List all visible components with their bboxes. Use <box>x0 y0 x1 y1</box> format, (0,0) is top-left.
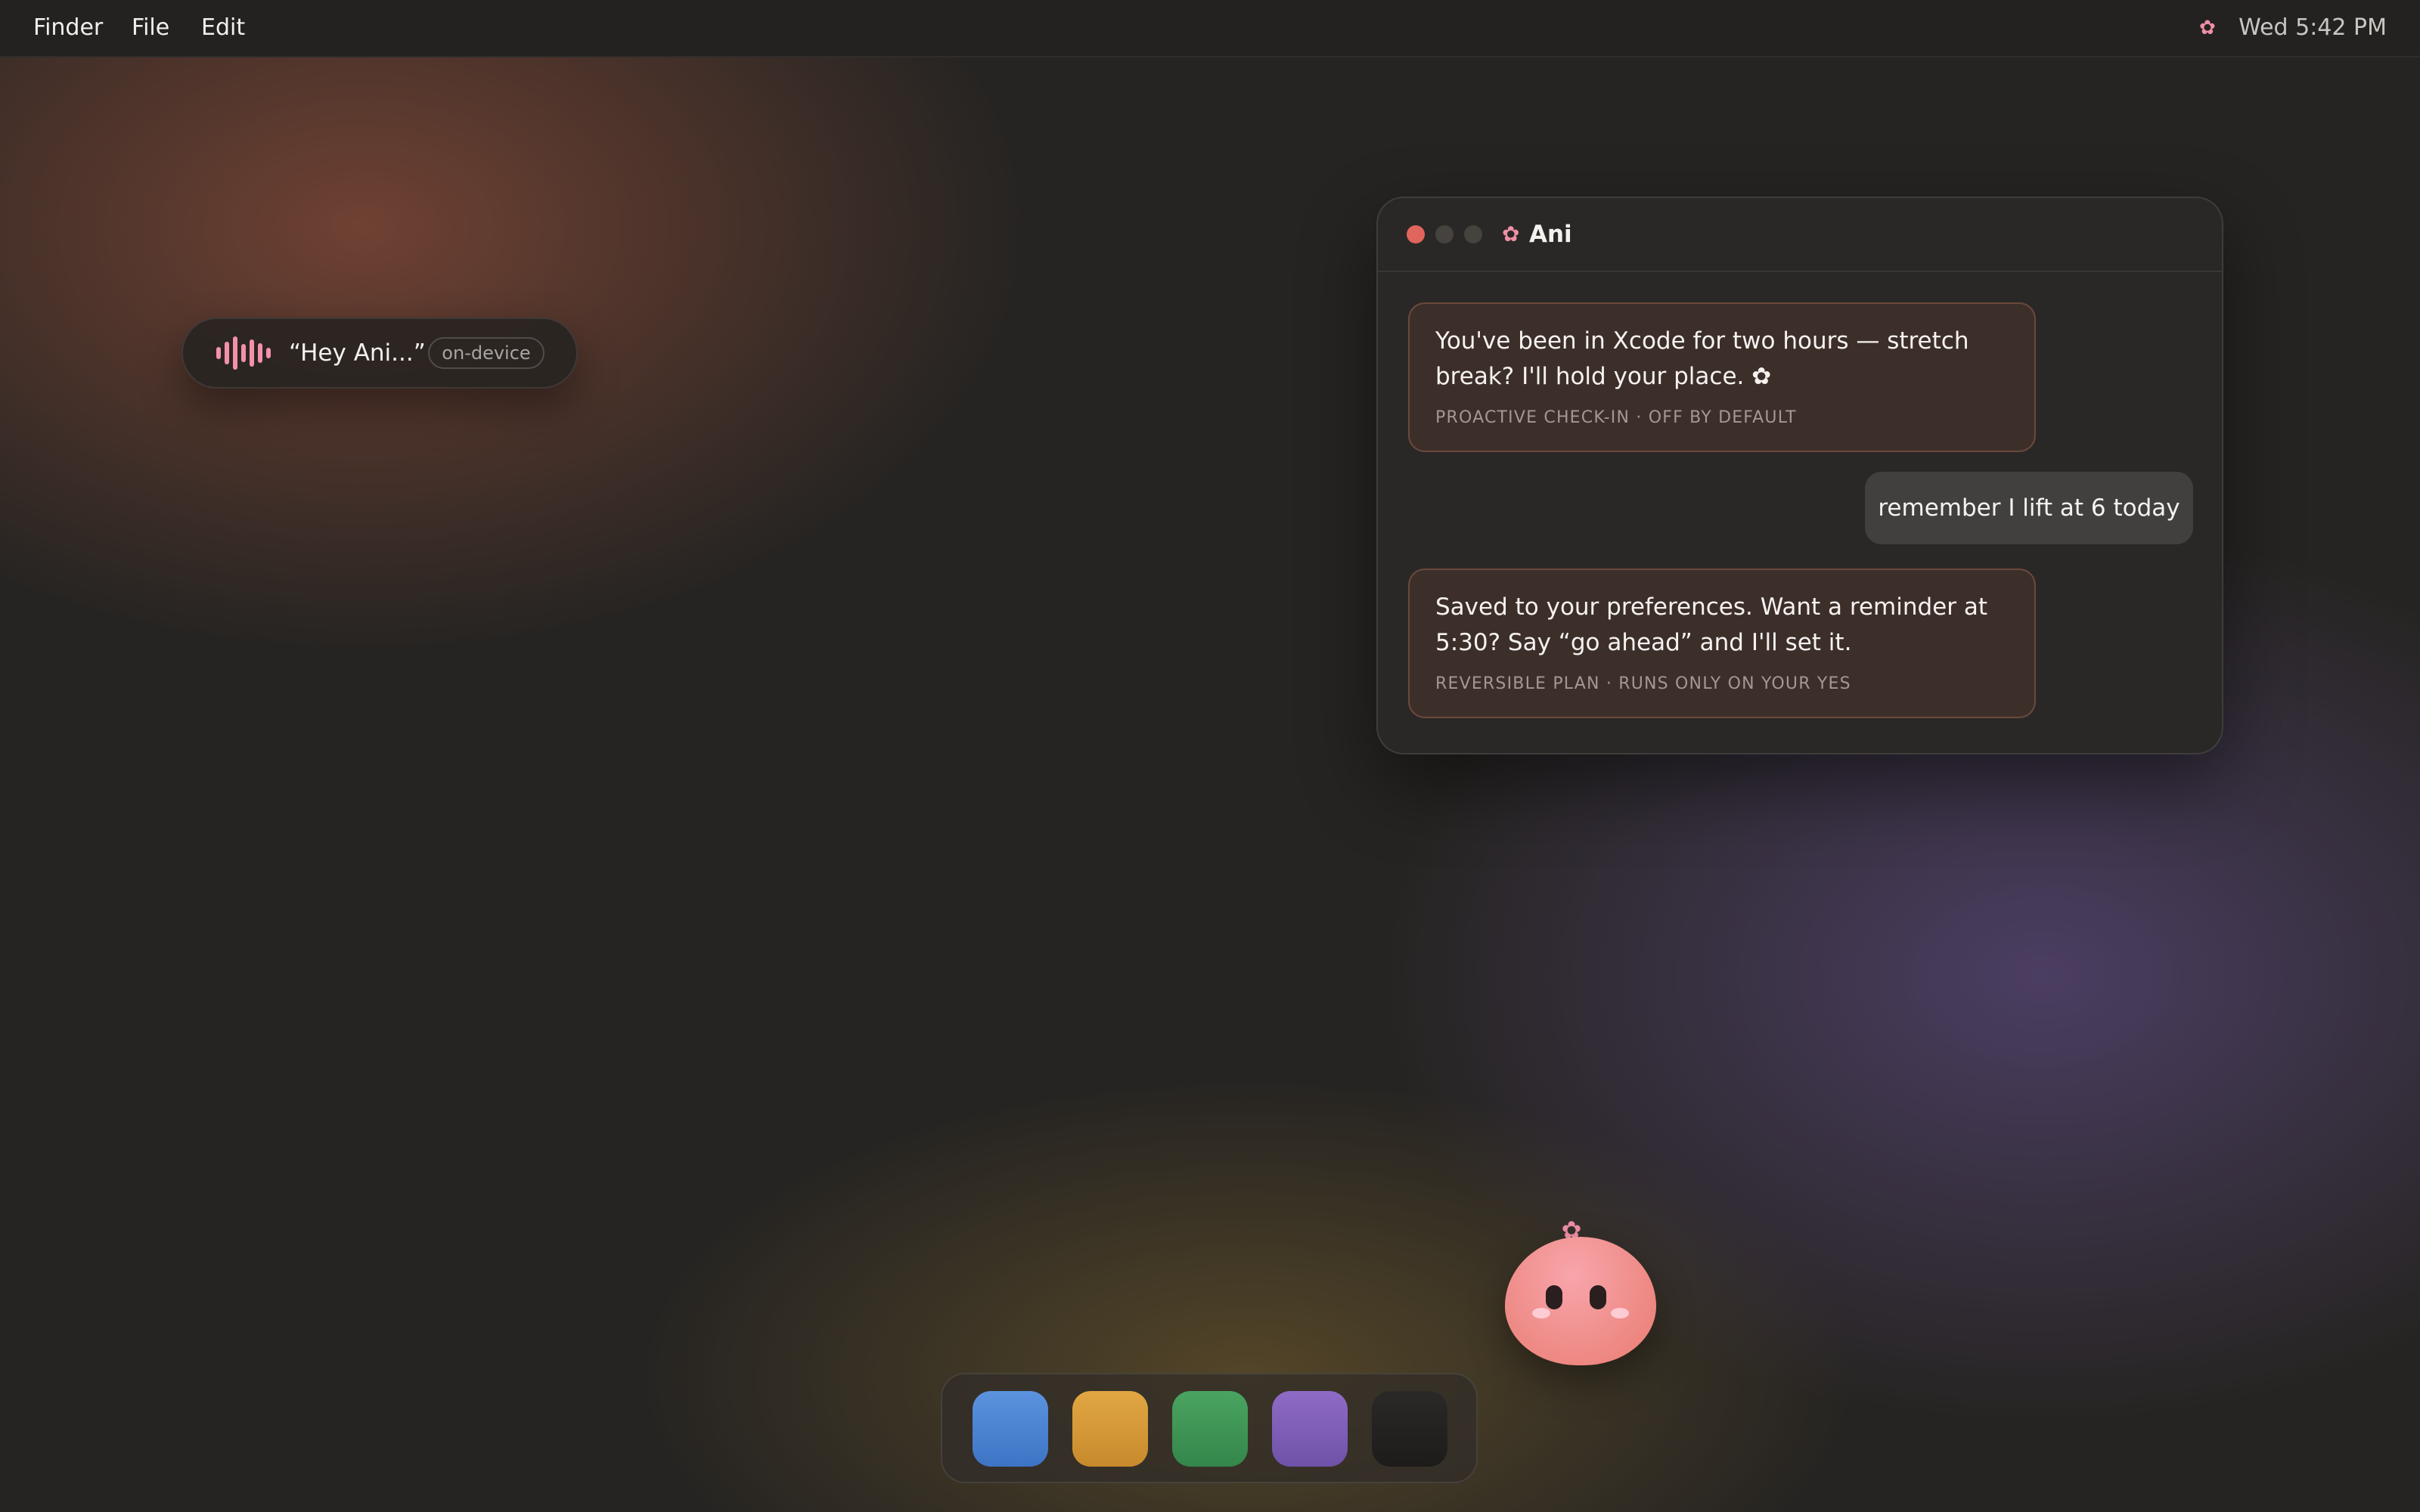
dock-app-yellow[interactable] <box>1072 1391 1148 1467</box>
flower-icon[interactable]: ✿ <box>2199 0 2216 56</box>
desktop: Finder File Edit ✿ Wed 5:42 PM “Hey Ani.… <box>0 0 2420 1512</box>
dock-app-purple[interactable] <box>1272 1391 1348 1467</box>
voice-prompt-text: “Hey Ani...” <box>289 339 426 367</box>
dock <box>941 1373 1478 1483</box>
voice-listening-pill[interactable]: “Hey Ani...” on-device <box>182 318 578 389</box>
ani-message-bubble: Saved to your preferences. Want a remind… <box>1408 569 2036 718</box>
waveform-icon <box>216 336 271 370</box>
dock-app-dark[interactable] <box>1372 1391 1447 1467</box>
dock-app-green[interactable] <box>1172 1391 1248 1467</box>
user-message-bubble: remember I lift at 6 today <box>1865 472 2193 544</box>
menu-clock[interactable]: Wed 5:42 PM <box>2238 0 2387 56</box>
on-device-badge: on-device <box>428 337 544 369</box>
zoom-window-button[interactable] <box>1464 225 1482 243</box>
ani-chat-window: ✿ Ani You've been in Xcode for two hours… <box>1376 197 2223 754</box>
close-window-button[interactable] <box>1407 225 1425 243</box>
minimize-window-button[interactable] <box>1435 225 1454 243</box>
message-meta-label: REVERSIBLE PLAN · RUNS ONLY ON YOUR YES <box>1435 674 1851 693</box>
menu-edit[interactable]: Edit <box>201 0 245 56</box>
window-title: Ani <box>1529 221 1572 248</box>
dock-app-blue[interactable] <box>973 1391 1048 1467</box>
message-meta-label: PROACTIVE CHECK-IN · OFF BY DEFAULT <box>1435 408 1797 427</box>
ani-mascot[interactable]: ✿ <box>1502 1217 1661 1368</box>
mascot-cheek <box>1532 1308 1550 1318</box>
menu-bar: Finder File Edit ✿ Wed 5:42 PM <box>0 0 2420 57</box>
message-text: Saved to your preferences. Want a remind… <box>1435 593 1987 656</box>
mascot-cheek <box>1611 1308 1629 1318</box>
ani-message-bubble: You've been in Xcode for two hours — str… <box>1408 302 2036 452</box>
window-titlebar[interactable]: ✿ Ani <box>1378 198 2222 272</box>
menu-file[interactable]: File <box>132 0 169 56</box>
mascot-eye <box>1590 1285 1606 1309</box>
message-text: You've been in Xcode for two hours — str… <box>1435 327 1969 390</box>
flower-icon: ✿ <box>1502 222 1520 246</box>
mascot-body <box>1505 1237 1656 1365</box>
menu-finder[interactable]: Finder <box>33 0 103 56</box>
mascot-eye <box>1546 1285 1562 1309</box>
flower-icon: ✿ <box>1751 363 1772 390</box>
